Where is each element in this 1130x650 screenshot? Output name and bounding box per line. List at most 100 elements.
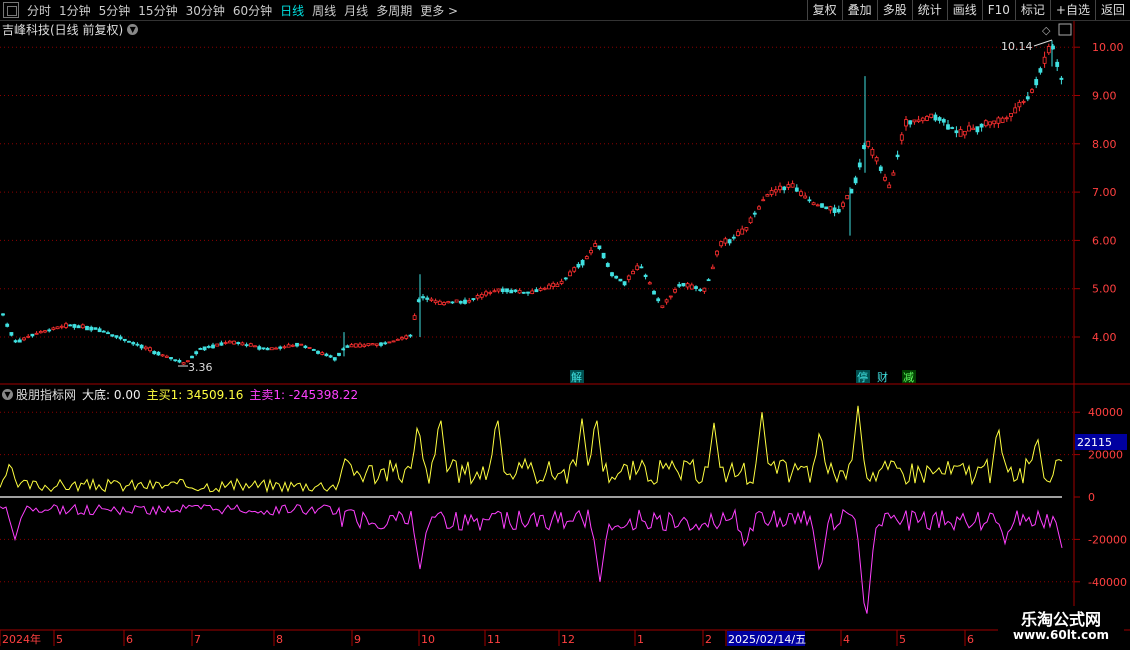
candle-body (626, 275, 631, 280)
candle-body (421, 296, 425, 299)
candle-body (290, 344, 295, 347)
candle-body (303, 345, 308, 348)
candle-body (505, 288, 509, 293)
candle-body (404, 335, 409, 339)
date-label: 9 (354, 633, 361, 646)
candle-body (446, 301, 451, 304)
candle-body (274, 347, 278, 350)
candle-body (736, 231, 740, 237)
chevron-down-icon[interactable]: ▼ (2, 388, 13, 400)
period-tab[interactable]: 分时 (23, 2, 55, 19)
candle-body (484, 291, 488, 296)
candle-body (836, 209, 841, 213)
period-tab[interactable]: 60分钟 (229, 2, 276, 19)
period-tab[interactable]: 周线 (308, 2, 340, 19)
candle-body (689, 284, 694, 290)
candle-body (261, 347, 266, 350)
candle-body (694, 286, 698, 289)
draw-line-button[interactable]: 画线 (946, 0, 982, 20)
back-button[interactable]: 返回 (1094, 0, 1130, 20)
candle-body (408, 334, 413, 337)
candle-body (555, 283, 560, 287)
period-tab[interactable]: 5分钟 (95, 2, 135, 19)
candle-body (811, 202, 816, 206)
candle-body (799, 191, 803, 196)
chevron-down-icon[interactable]: ▼ (127, 23, 139, 35)
candle-body (992, 120, 997, 125)
candle-body (433, 300, 438, 304)
candle-body (496, 288, 501, 292)
date-label: 12 (561, 633, 575, 646)
statistics-button[interactable]: 统计 (911, 0, 947, 20)
candle-body (635, 265, 640, 270)
candle-body (895, 154, 900, 158)
candle-body (610, 272, 614, 277)
high-price-arrow (1033, 39, 1053, 47)
candle-body (744, 227, 749, 231)
candle-body (278, 346, 283, 349)
candle-body (761, 199, 766, 202)
price-tick-label: 4.00 (1092, 331, 1117, 344)
candle-body (1017, 101, 1022, 108)
period-tab-active[interactable]: 日线 (276, 2, 308, 19)
more-periods-button[interactable]: 更多 > (416, 2, 462, 19)
candle-body (551, 282, 556, 287)
event-mark[interactable]: 减 (903, 371, 914, 384)
overlay-button[interactable]: 叠加 (841, 0, 877, 20)
event-mark-bg (856, 370, 870, 383)
candlesticks (1, 40, 1064, 365)
candle-body (463, 299, 467, 304)
candle-body (257, 346, 262, 350)
period-tab[interactable]: 1分钟 (55, 2, 95, 19)
candle-body (946, 124, 950, 130)
f10-button[interactable]: F10 (981, 0, 1015, 20)
stock-chart[interactable]: 10.00 9.00 8.00 7.00 6.00 5.00 4.00 40000 20000… (0, 0, 1130, 650)
price-tick-label: 7.00 (1092, 186, 1117, 199)
event-mark[interactable]: 停 (857, 370, 868, 384)
mark-button[interactable]: 标记 (1014, 0, 1050, 20)
candle-body (500, 288, 505, 292)
candle-body (874, 157, 879, 162)
date-label: 11 (487, 633, 501, 646)
panel-toggle-icon[interactable] (1058, 23, 1072, 36)
sell-value: 主卖1: -245398.22 (249, 387, 359, 402)
candle-body (425, 297, 430, 300)
diamond-icon[interactable]: ◇ (1042, 24, 1051, 37)
period-tab[interactable]: 30分钟 (182, 2, 229, 19)
low-price-label: 3.36 (188, 361, 213, 374)
right-toolbar: 复权 叠加 多股 统计 画线 F10 标记 +自选 返回 (806, 0, 1130, 20)
candle-body (677, 284, 682, 287)
date-label: 2024年 (2, 632, 41, 646)
candle-body (370, 343, 375, 346)
candle-body (64, 323, 68, 328)
indicator-grid (0, 411, 1074, 583)
candle-body (530, 290, 535, 294)
period-tab[interactable]: 15分钟 (134, 2, 181, 19)
candle-body (55, 326, 60, 330)
price-tick-label: 9.00 (1092, 90, 1117, 103)
period-tab[interactable]: 月线 (340, 2, 372, 19)
candle-body (1034, 79, 1039, 86)
candle-body (933, 114, 938, 121)
candle-body (891, 172, 896, 176)
event-mark[interactable]: 财 (877, 370, 888, 384)
indicator-name[interactable]: 股朋指标网 (16, 386, 76, 403)
multi-stock-button[interactable]: 多股 (876, 0, 912, 20)
candle-body (324, 353, 329, 357)
candle-body (26, 335, 31, 338)
period-tab[interactable]: 多周期 (372, 2, 416, 19)
watermark: 乐淘公式网 www.60lt.com (998, 606, 1124, 646)
window-menu-icon[interactable] (3, 2, 19, 18)
candle-body (316, 350, 320, 354)
candle-body (9, 332, 14, 336)
sell-line (0, 503, 1063, 614)
price-axis: 10.00 9.00 8.00 7.00 6.00 5.00 4.00 (1074, 41, 1124, 344)
watermark-url: www.60lt.com (1012, 628, 1110, 642)
candle-body (731, 236, 736, 239)
candle-body (475, 295, 480, 299)
buy-value: 主买1: 34509.16 (146, 387, 244, 402)
add-favorite-button[interactable]: +自选 (1049, 0, 1095, 20)
candle-body (1059, 77, 1064, 80)
restore-right-button[interactable]: 复权 (806, 0, 842, 20)
event-mark[interactable]: 解 (571, 370, 582, 384)
